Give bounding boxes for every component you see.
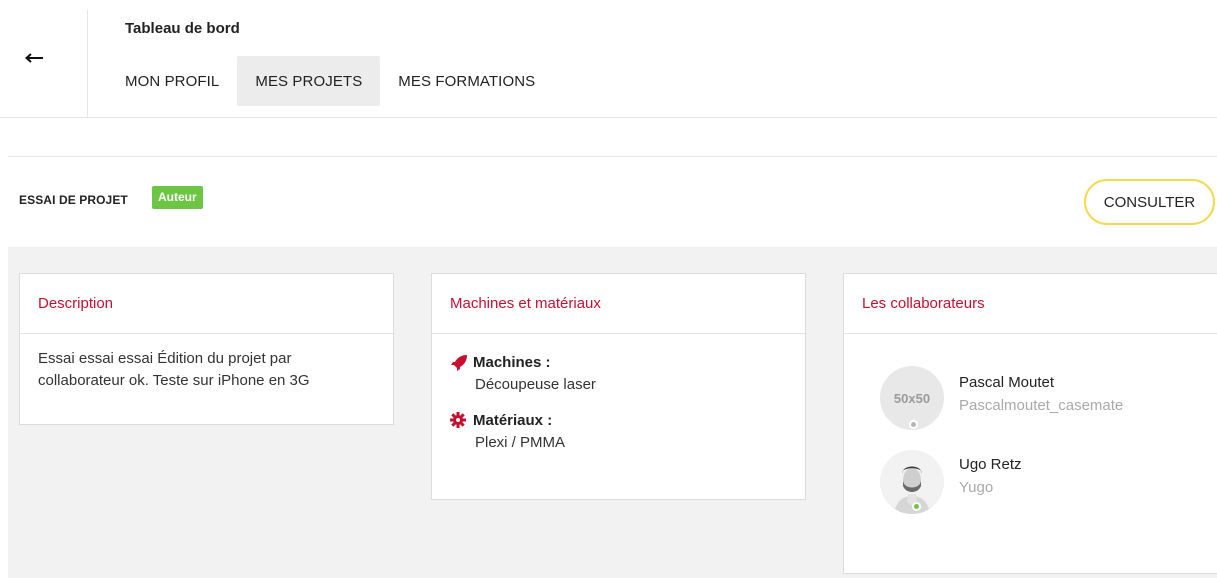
materials-value: Plexi / PMMA <box>475 434 566 451</box>
author-badge: Auteur <box>152 186 203 209</box>
materials-label: Matériaux : <box>473 412 553 429</box>
back-area <box>0 10 88 118</box>
description-card: Description Essai essai essai Édition du… <box>19 273 394 425</box>
project-bar: ESSAI DE PROJET Auteur CONSULTER <box>0 157 1217 247</box>
collaborators-card-title: Les collaborateurs <box>844 274 1217 334</box>
avatar-placeholder-text: 50x50 <box>893 390 931 406</box>
project-title: ESSAI DE PROJET <box>19 193 128 207</box>
status-offline-icon <box>909 420 918 429</box>
collaborator-item[interactable]: 50x50 Pascal Moutet Pascalmoutet_casemat… <box>844 366 1214 446</box>
project-details: Description Essai essai essai Édition du… <box>8 247 1217 578</box>
tab-mon-profil[interactable]: MON PROFIL <box>107 56 237 106</box>
rocket-icon <box>450 354 468 372</box>
collaborator-name: Pascal Moutet <box>959 374 1055 391</box>
consult-button[interactable]: CONSULTER <box>1084 179 1215 225</box>
collaborator-username: Pascalmoutet_casemate <box>959 397 1124 414</box>
machines-card: Machines et matériaux Machines : Découpe… <box>431 273 806 500</box>
machines-label-row: Machines : <box>450 352 787 374</box>
dashboard-page: Tableau de bord MON PROFIL MES PROJETS M… <box>0 0 1217 578</box>
top-header: Tableau de bord MON PROFIL MES PROJETS M… <box>0 0 1217 118</box>
gear-icon <box>450 412 468 430</box>
materials-label-row: Matériaux : <box>450 410 787 432</box>
tab-mes-projets[interactable]: MES PROJETS <box>237 56 381 106</box>
page-title: Tableau de bord <box>125 20 240 37</box>
collaborators-card: Les collaborateurs 50x50 Pascal Moutet P… <box>843 273 1217 574</box>
back-button[interactable] <box>22 48 46 68</box>
description-card-title: Description <box>20 274 393 334</box>
machines-card-title: Machines et matériaux <box>432 274 805 334</box>
status-online-icon <box>912 502 921 511</box>
machines-value: Découpeuse laser <box>475 376 596 393</box>
collaborator-username: Yugo <box>959 479 994 496</box>
collaborator-name: Ugo Retz <box>959 456 1022 473</box>
arrow-left-icon <box>24 52 44 64</box>
collaborator-item[interactable]: Ugo Retz Yugo <box>844 450 1214 530</box>
tab-bar: MON PROFIL MES PROJETS MES FORMATIONS <box>107 56 553 106</box>
description-text: Essai essai essai Édition du projet par … <box>38 350 310 389</box>
machines-card-body: Machines : Découpeuse laser Matériaux: … <box>432 334 805 486</box>
tab-mes-formations[interactable]: MES FORMATIONS <box>380 56 553 106</box>
machines-label: Machines : <box>473 354 551 371</box>
